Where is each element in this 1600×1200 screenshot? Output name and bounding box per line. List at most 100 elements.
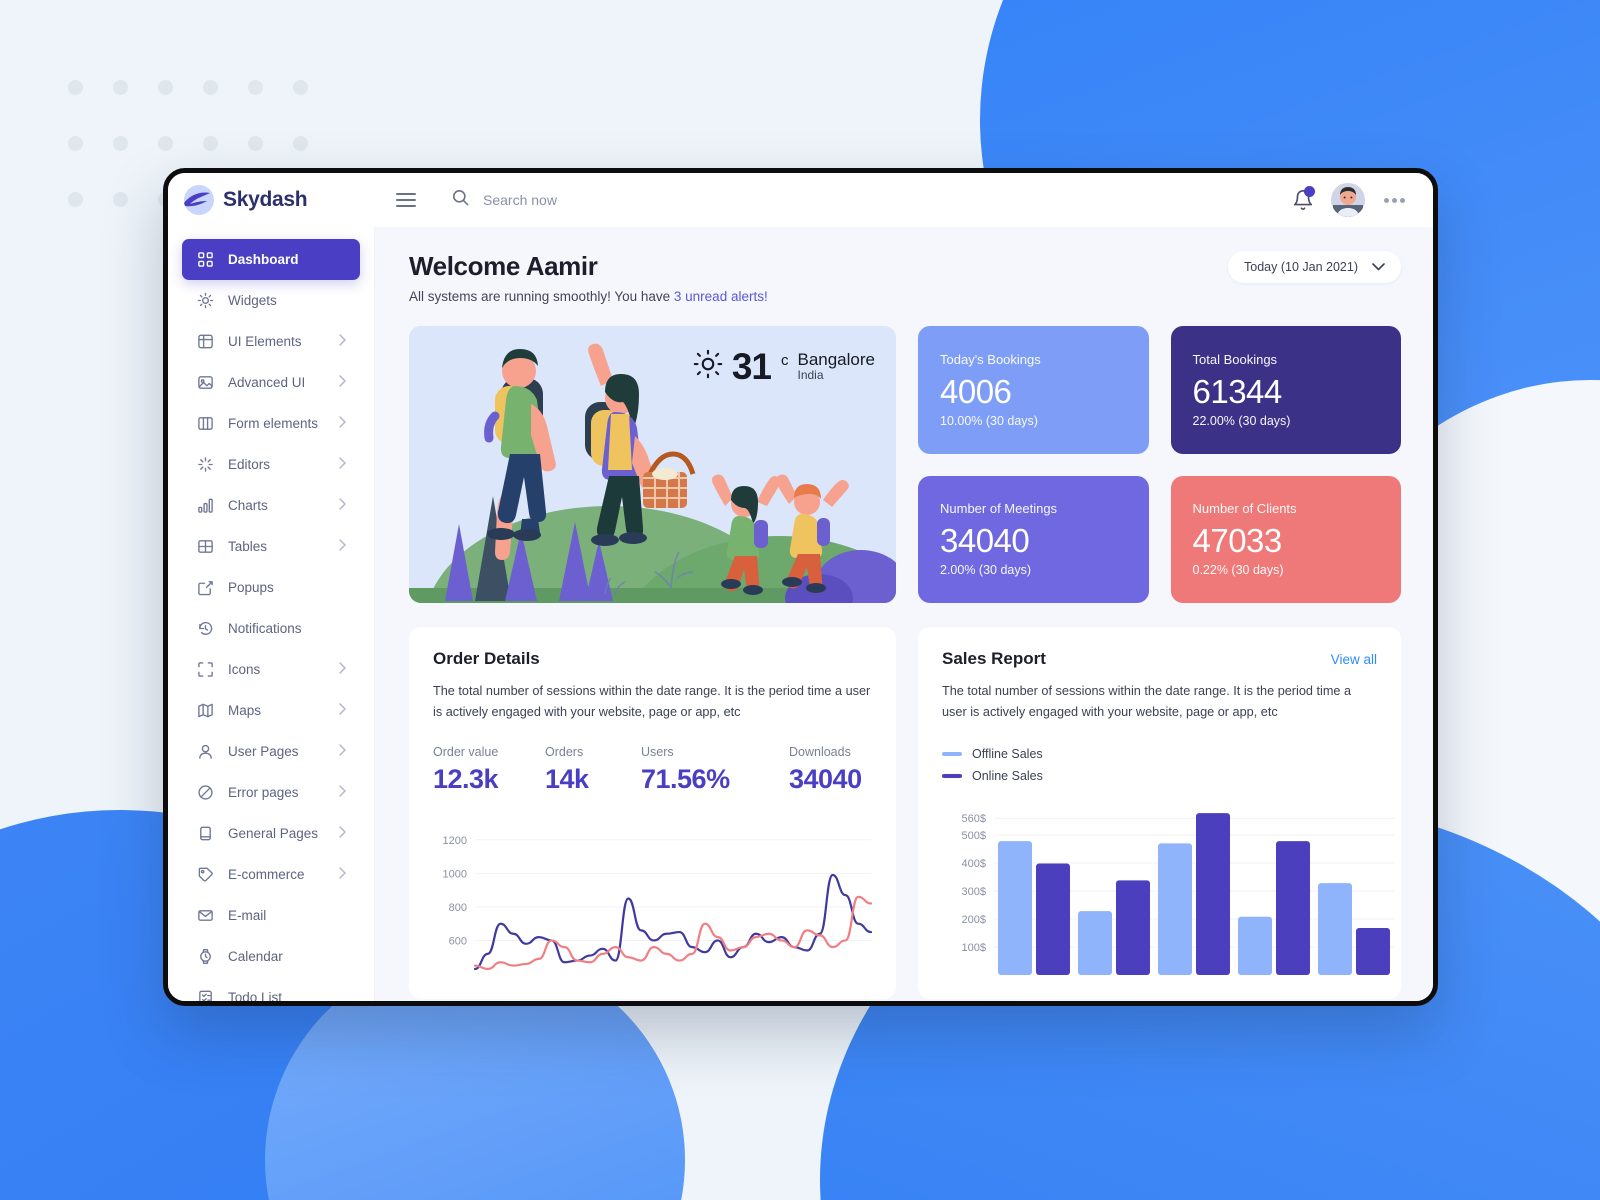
notification-badge [1304, 186, 1315, 197]
sidebar-item-dashboard[interactable]: Dashboard [182, 239, 360, 280]
sidebar-item-tables[interactable]: Tables [182, 526, 360, 567]
stat-card[interactable]: Today's Bookings 4006 10.00% (30 days) [918, 326, 1149, 454]
sidebar-item-charts[interactable]: Charts [182, 485, 360, 526]
corners-icon [196, 661, 214, 679]
sidebar-item-ui-elements[interactable]: UI Elements [182, 321, 360, 362]
sidebar-item-user-pages[interactable]: User Pages [182, 731, 360, 772]
stat-card[interactable]: Total Bookings 61344 22.00% (30 days) [1170, 326, 1401, 454]
weather-country: India [797, 368, 824, 383]
feather-icon [184, 185, 214, 215]
date-filter-label: Today (10 Jan 2021) [1244, 260, 1358, 274]
chevron-right-icon [339, 867, 346, 882]
header-actions [1292, 183, 1407, 217]
external-link-icon [196, 579, 214, 597]
user-icon [196, 743, 214, 761]
legend-label: Offline Sales [972, 746, 1043, 761]
welcome-subtitle: All systems are running smoothly! You ha… [409, 289, 768, 304]
order-metric-value: 71.56% [641, 763, 730, 794]
sparkle-icon [196, 456, 214, 474]
view-all-link[interactable]: View all [1331, 652, 1377, 667]
chevron-right-icon [339, 785, 346, 800]
sidebar-item-widgets[interactable]: Widgets [182, 280, 360, 321]
order-metric-value: 34040 [789, 763, 862, 794]
order-metric: Downloads 34040 [789, 745, 862, 795]
sidebar-nav: Dashboard Widgets UI Elements Advanced UI Fo… [168, 227, 375, 1001]
sidebar-item-label: Advanced UI [228, 375, 306, 390]
date-filter-dropdown[interactable]: Today (10 Jan 2021) [1228, 251, 1401, 283]
bell-icon[interactable] [1292, 186, 1315, 212]
sidebar-item-label: E-commerce [228, 867, 305, 882]
sidebar-item-icons[interactable]: Icons [182, 649, 360, 690]
sales-bar-chart: 560$ 500$ 400$ 300$ 200$ 100$ [942, 797, 1394, 975]
legend-item: Online Sales [942, 769, 1377, 783]
order-metric: Order value 12.3k [433, 745, 545, 795]
order-details-description: The total number of sessions within the … [433, 684, 871, 719]
ban-icon [196, 784, 214, 802]
order-metric-label: Orders [545, 744, 584, 759]
sidebar-item-label: Form elements [228, 416, 319, 431]
sidebar-item-label: Calendar [228, 949, 283, 964]
browser-window: Skydash Search now Dashboard Widgets UI … [163, 168, 1438, 1006]
stat-card-delta: 10.00% (30 days) [940, 413, 1038, 428]
hamburger-icon[interactable] [396, 189, 416, 211]
watch-icon [196, 948, 214, 966]
sidebar-item-label: Dashboard [228, 252, 299, 267]
chevron-right-icon [339, 416, 346, 431]
sidebar-item-label: General Pages [228, 826, 319, 841]
sidebar-item-e-commerce[interactable]: E-commerce [182, 854, 360, 895]
stat-card-label: Total Bookings [1192, 351, 1278, 367]
search-input[interactable] [483, 192, 803, 208]
sales-report-description: The total number of sessions within the … [942, 684, 1352, 719]
chevron-down-icon [1372, 260, 1385, 274]
brand-logo[interactable]: Skydash [184, 185, 374, 215]
sidebar-item-editors[interactable]: Editors [182, 444, 360, 485]
order-metric-label: Order value [433, 744, 499, 759]
order-metrics: Order value 12.3k Orders 14k Users 71.56% Down… [433, 745, 872, 795]
svg-text:1000: 1000 [443, 868, 467, 880]
search-icon [451, 188, 470, 212]
sidebar-item-form-elements[interactable]: Form elements [182, 403, 360, 444]
stat-card[interactable]: Number of Clients 47033 0.22% (30 days) [1170, 475, 1401, 603]
app-header: Skydash [168, 173, 1433, 227]
svg-text:300$: 300$ [962, 886, 986, 898]
sidebar-item-advanced-ui[interactable]: Advanced UI [182, 362, 360, 403]
layout-icon [196, 333, 214, 351]
sidebar-item-label: Popups [228, 580, 274, 595]
weather-temperature: 31 [731, 346, 772, 387]
order-metric-value: 14k [545, 763, 589, 794]
chevron-right-icon [339, 826, 346, 841]
kebab-menu-icon[interactable] [1382, 192, 1407, 209]
chevron-right-icon [339, 334, 346, 349]
search-bar[interactable] [451, 188, 1292, 212]
weather-city: Bangalore [797, 349, 875, 369]
stat-card-value: 4006 [940, 372, 1012, 410]
sidebar-item-maps[interactable]: Maps [182, 690, 360, 731]
sidebar-item-general-pages[interactable]: General Pages [182, 813, 360, 854]
stat-card-value: 61344 [1192, 372, 1283, 410]
weather-hero-card: 31 c Bangalore India [409, 326, 896, 603]
sidebar-item-error-pages[interactable]: Error pages [182, 772, 360, 813]
history-icon [196, 620, 214, 638]
grid-icon [196, 251, 214, 269]
svg-text:100$: 100$ [962, 942, 986, 954]
unread-alerts-link[interactable]: 3 unread alerts! [674, 289, 768, 304]
chevron-right-icon [339, 662, 346, 677]
brand-name: Skydash [223, 188, 308, 211]
sidebar-item-label: Editors [228, 457, 271, 472]
sidebar-item-calendar[interactable]: Calendar [182, 936, 360, 977]
stat-card[interactable]: Number of Meetings 34040 2.00% (30 days) [918, 475, 1149, 603]
avatar[interactable] [1331, 183, 1365, 217]
sidebar-item-notifications[interactable]: Notifications [182, 608, 360, 649]
sidebar-item-label: E-mail [228, 908, 267, 923]
svg-text:400$: 400$ [962, 858, 986, 870]
legend-swatch [942, 773, 962, 778]
sidebar-item-e-mail[interactable]: E-mail [182, 895, 360, 936]
sidebar-item-popups[interactable]: Popups [182, 567, 360, 608]
stat-card-label: Number of Meetings [940, 501, 1058, 517]
sidebar-item-todo-list[interactable]: Todo List [182, 977, 360, 1001]
sidebar-item-label: Icons [228, 662, 261, 677]
page-title: Welcome Aamir [409, 251, 598, 281]
sidebar-item-label: Maps [228, 703, 262, 718]
stat-card-label: Today's Bookings [940, 351, 1041, 367]
main-content: Welcome Aamir All systems are running sm… [375, 227, 1433, 1001]
